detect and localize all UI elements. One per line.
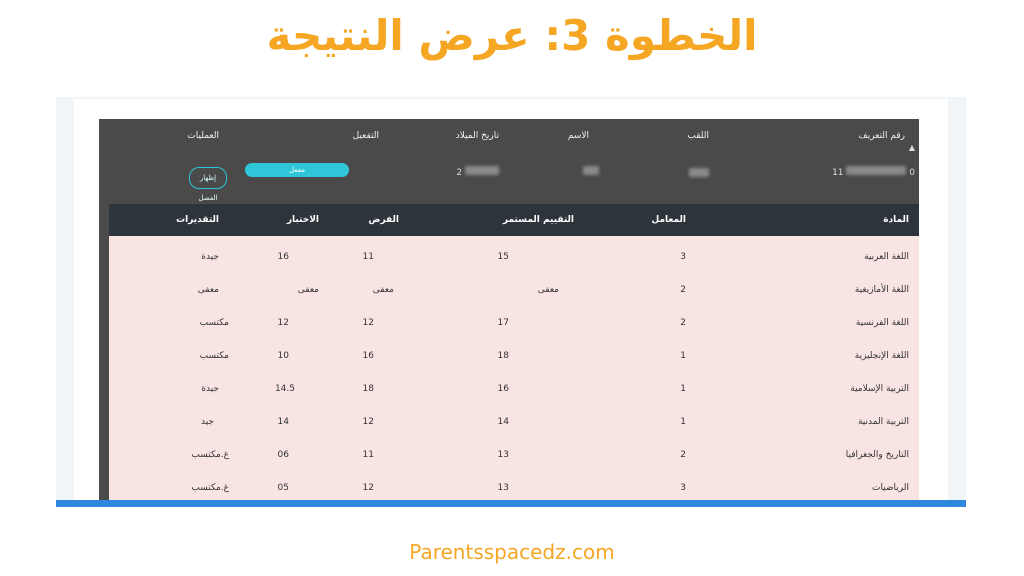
- table-row: التربية المدنية 1 14 12 14 جيد: [109, 406, 919, 439]
- header-birth-date: تاريخ الميلاد: [455, 131, 499, 141]
- continuous-cell: 17: [497, 318, 509, 328]
- appreciation-cell: غ.مكتسب: [191, 483, 229, 493]
- subject-cell: اللغة الفرنسية: [855, 318, 909, 328]
- exam-cell: 12: [362, 417, 374, 427]
- col-exam: الفرض: [368, 215, 399, 225]
- subject-cell: التربية الإسلامية: [850, 384, 909, 394]
- coefficient-cell: 3: [680, 483, 686, 493]
- appreciation-cell: جيد: [200, 417, 214, 427]
- table-row: اللغة الفرنسية 2 17 12 12 مكتسب: [109, 307, 919, 340]
- exam-cell: معفى: [372, 285, 394, 295]
- app-content: ▲ رقم التعريف اللقب الاسم تاريخ الميلاد …: [74, 99, 948, 504]
- appreciation-cell: غ.مكتسب: [191, 450, 229, 460]
- subject-cell: اللغة الأمازيغية: [854, 285, 909, 295]
- test-cell: 14.5: [274, 384, 295, 394]
- header-last-name: اللقب: [687, 131, 709, 141]
- subject-cell: التاريخ والجغرافيا: [845, 450, 909, 460]
- exam-cell: 16: [362, 351, 374, 361]
- table-row: اللغة العربية 3 15 11 16 جيدة: [109, 241, 919, 274]
- header-operations: العمليات: [187, 131, 219, 141]
- student-id-prefix: 11: [832, 168, 844, 178]
- grades-table-header: المادة المعامل التقييم المستمر الفرض الا…: [109, 204, 919, 236]
- table-row: التربية الإسلامية 1 16 18 14.5 جيدة: [109, 373, 919, 406]
- continuous-cell: 14: [497, 417, 509, 427]
- header-activation: التفعيل: [352, 131, 379, 141]
- page-headline: الخطوة 3: عرض النتيجة: [266, 11, 758, 60]
- coefficient-cell: 1: [680, 351, 686, 361]
- col-subject: المادة: [883, 215, 909, 225]
- window-bottom-bar: [56, 500, 966, 507]
- redacted-last-name: [689, 168, 709, 177]
- col-coefficient: المعامل: [651, 215, 686, 225]
- table-row: التاريخ والجغرافيا 2 13 11 06 غ.مكتسب: [109, 439, 919, 472]
- continuous-cell: 18: [497, 351, 509, 361]
- header-first-name: الاسم: [567, 131, 589, 141]
- coefficient-cell: 1: [680, 417, 686, 427]
- continuous-cell: 13: [497, 483, 509, 493]
- redacted-first-name: [583, 166, 599, 175]
- test-cell: 06: [277, 450, 289, 460]
- show-term-button[interactable]: إظهار الفصل: [189, 167, 227, 202]
- activation-toggle[interactable]: مفعل: [245, 163, 349, 177]
- continuous-cell: معفى: [537, 285, 559, 295]
- student-panel: ▲ رقم التعريف اللقب الاسم تاريخ الميلاد …: [99, 119, 919, 504]
- appreciation-cell: جيدة: [201, 384, 219, 394]
- continuous-cell: 15: [497, 252, 509, 262]
- continuous-cell: 13: [497, 450, 509, 460]
- appreciation-cell: معفى: [197, 285, 219, 295]
- test-cell: 10: [277, 351, 289, 361]
- student-id-value: 0 11: [832, 166, 915, 178]
- redacted-birth-date: [465, 166, 499, 175]
- header-id: رقم التعريف: [858, 131, 905, 141]
- exam-cell: 12: [362, 483, 374, 493]
- coefficient-cell: 2: [680, 318, 686, 328]
- appreciation-cell: مكتسب: [199, 351, 229, 361]
- redacted-id: [846, 166, 907, 175]
- coefficient-cell: 2: [680, 285, 686, 295]
- test-cell: 16: [277, 252, 289, 262]
- site-watermark: Parentsspacedz.com: [409, 540, 615, 564]
- test-cell: 12: [277, 318, 289, 328]
- exam-cell: 11: [362, 252, 374, 262]
- table-row: اللغة الإنجليزية 1 18 16 10 مكتسب: [109, 340, 919, 373]
- app-screenshot: ▲ رقم التعريف اللقب الاسم تاريخ الميلاد …: [56, 97, 966, 505]
- col-appreciation: التقديرات: [176, 215, 219, 225]
- subject-cell: التربية المدنية: [857, 417, 909, 427]
- coefficient-cell: 3: [680, 252, 686, 262]
- subject-cell: اللغة الإنجليزية: [854, 351, 909, 361]
- test-cell: معفى: [297, 285, 319, 295]
- col-test: الاختبار: [286, 215, 319, 225]
- exam-cell: 18: [362, 384, 374, 394]
- student-id-suffix: 0: [909, 168, 915, 178]
- appreciation-cell: مكتسب: [199, 318, 229, 328]
- subject-cell: الرياضيات: [871, 483, 909, 493]
- birth-date-value: 2: [456, 166, 499, 178]
- test-cell: 05: [277, 483, 289, 493]
- caret-up-icon[interactable]: ▲: [909, 143, 915, 152]
- grades-table: المادة المعامل التقييم المستمر الفرض الا…: [109, 204, 919, 504]
- table-row: اللغة الأمازيغية 2 معفى معفى معفى معفى: [109, 274, 919, 307]
- col-continuous: التقييم المستمر: [502, 215, 574, 225]
- test-cell: 14: [277, 417, 289, 427]
- coefficient-cell: 1: [680, 384, 686, 394]
- continuous-cell: 16: [497, 384, 509, 394]
- birth-date-prefix: 2: [456, 168, 463, 178]
- appreciation-cell: جيدة: [201, 252, 219, 262]
- coefficient-cell: 2: [680, 450, 686, 460]
- subject-cell: اللغة العربية: [864, 252, 909, 262]
- student-info-header: ▲ رقم التعريف اللقب الاسم تاريخ الميلاد …: [99, 131, 919, 152]
- exam-cell: 11: [362, 450, 374, 460]
- exam-cell: 12: [362, 318, 374, 328]
